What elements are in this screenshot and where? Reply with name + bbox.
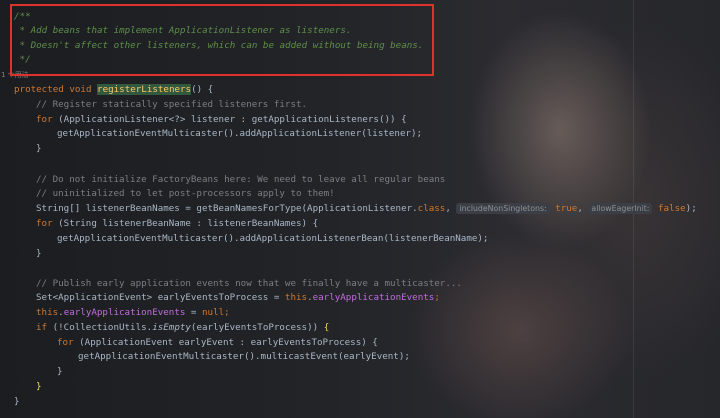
keyword: this — [36, 307, 59, 318]
code-line: Set<ApplicationEvent> earlyEventsToProce… — [36, 291, 440, 305]
parameter-hint: allowEagerInit: — [588, 203, 653, 214]
keyword: for — [57, 337, 74, 348]
keyword: false — [657, 203, 686, 214]
keyword: if — [36, 322, 48, 333]
code-line: getApplicationEventMulticaster().addAppl… — [57, 128, 423, 139]
code-text: () { — [191, 84, 214, 95]
matched-brace: } — [36, 381, 42, 392]
code-text: (ApplicationListener<?> listener : getAp… — [52, 114, 407, 125]
field-name: earlyApplicationEvents — [63, 307, 186, 318]
code-line: this.earlyApplicationEvents = null; — [36, 306, 230, 320]
code-comment: // Register statically specified listene… — [36, 99, 308, 110]
static-method: isEmpty — [152, 322, 191, 333]
code-line: getApplicationEventMulticaster().addAppl… — [57, 233, 489, 244]
code-line: String[] listenerBeanNames = getBeanName… — [36, 203, 697, 214]
keyword: this — [284, 292, 308, 303]
code-text: ; — [434, 292, 440, 303]
method-name-highlight[interactable]: registerListeners — [97, 84, 192, 95]
code-text: ); — [685, 203, 697, 214]
code-line: if (!CollectionUtils.isEmpty(earlyEvents… — [36, 321, 329, 335]
matched-brace: { — [323, 322, 330, 333]
code-line: for (ApplicationEvent earlyEvent : early… — [57, 336, 378, 350]
keyword: class — [417, 203, 446, 214]
code-text: Set<ApplicationEvent> earlyEventsToProce… — [36, 292, 285, 303]
keyword: void — [69, 84, 92, 95]
code-text: String[] listenerBeanNames = getBeanName… — [36, 203, 418, 214]
code-text: = — [185, 307, 202, 318]
code-line: } — [57, 366, 63, 377]
code-comment: // Do not initialize FactoryBeans here: … — [36, 174, 446, 185]
keyword: protected — [14, 84, 64, 95]
keyword: true — [555, 203, 578, 214]
code-text: (String listenerBeanName : listenerBeanN… — [52, 218, 319, 229]
code-text: (ApplicationEvent earlyEvent : earlyEven… — [73, 337, 378, 348]
code-comment: // Publish early application events now … — [36, 278, 462, 289]
code-text: (earlyEventsToProcess)) — [190, 322, 324, 333]
code-line: for (ApplicationListener<?> listener : g… — [36, 113, 407, 127]
code-line: for (String listenerBeanName : listenerB… — [36, 217, 318, 231]
keyword: for — [36, 218, 53, 229]
code-text: ; — [224, 307, 230, 318]
code-line: } — [36, 248, 42, 259]
annotation-highlight-box — [10, 4, 434, 76]
code-line: getApplicationEventMulticaster().multica… — [78, 351, 410, 362]
keyword: for — [36, 114, 53, 125]
code-comment: // uninitialized to let post-processors … — [36, 188, 335, 199]
parameter-hint: includeNonSingletons: — [456, 203, 550, 214]
keyword: null — [202, 307, 225, 318]
code-line: } — [36, 143, 42, 154]
method-signature-line: protected void registerListeners() { — [14, 83, 213, 97]
field-name: earlyApplicationEvents — [312, 292, 435, 303]
code-line: } — [14, 396, 20, 407]
code-text: (!CollectionUtils. — [47, 322, 153, 333]
